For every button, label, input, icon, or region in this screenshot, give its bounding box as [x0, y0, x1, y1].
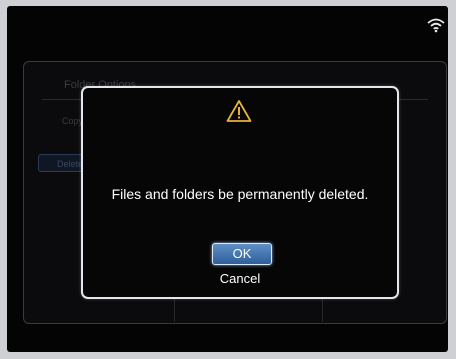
device-bezel: Folder Options Copy Delete Files and fol…	[0, 0, 456, 359]
wifi-icon	[427, 18, 445, 33]
dialog-message: Files and folders be permanently deleted…	[111, 186, 369, 202]
screen: Folder Options Copy Delete Files and fol…	[7, 6, 448, 352]
confirm-delete-dialog: Files and folders be permanently deleted…	[81, 86, 399, 299]
background-label: Copy	[62, 116, 84, 126]
warning-icon	[226, 100, 252, 122]
cancel-button[interactable]: Cancel	[83, 271, 397, 286]
ok-button[interactable]: OK	[212, 243, 272, 265]
